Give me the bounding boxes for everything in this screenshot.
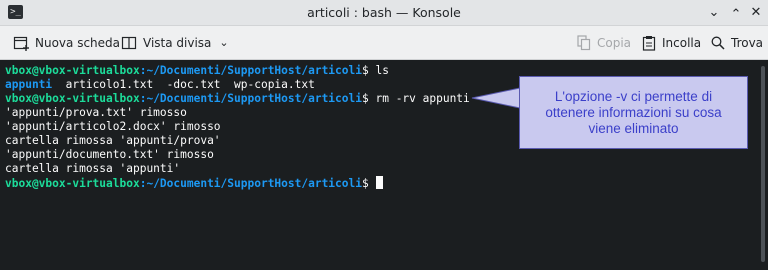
terminal-line: cartella rimossa 'appunti' [5,162,181,175]
terminal-line: 'appunti/documento.txt' rimosso [5,148,214,161]
callout-line: viene eliminato [588,120,679,136]
chevron-down-icon: ⌄ [219,36,229,49]
terminal-line: 'appunti/prova.txt' rimosso [5,106,187,119]
callout-line: L'opzione -v ci permette di [554,88,713,104]
terminal-line: vbox@vbox-virtualbox:~/Documenti/Support… [5,64,389,77]
terminal-line: appunti articolo1.txt -doc.txt wp-copia.… [5,78,315,91]
chevron-up-icon[interactable]: ⌃ [728,7,744,23]
callout-line: ottenere informazioni su cosa [545,104,722,120]
split-view-button[interactable]: Vista divisa ⌄ [121,26,229,59]
paste-icon [642,35,656,51]
split-view-label: Vista divisa [143,35,212,50]
text-cursor [375,176,383,189]
toolbar: Nuova scheda Vista divisa ⌄ Copia Incoll… [0,26,768,60]
annotation-callout: L'opzione -v ci permette di ottenere inf… [519,76,748,149]
copy-label: Copia [597,35,632,50]
close-icon[interactable]: ✕ [748,5,764,21]
new-tab-label: Nuova scheda [35,35,121,50]
title-bar: >_ articoli : bash — Konsole ⌄ ⌃ ✕ [0,0,768,26]
directory-entry: appunti [5,78,53,91]
find-label: Trova [731,35,764,50]
search-icon [711,36,725,50]
terminal-line: cartella rimossa 'appunti/prova' [5,134,221,147]
terminal-line: vbox@vbox-virtualbox:~/Documenti/Support… [5,176,383,190]
split-view-icon [121,36,137,49]
copy-button[interactable]: Copia [577,26,631,59]
paste-button[interactable]: Incolla [642,26,701,59]
find-button[interactable]: Trova [711,26,763,59]
new-tab-icon [13,36,29,51]
scrollbar[interactable] [761,66,765,262]
paste-label: Incolla [662,35,702,50]
chevron-down-icon[interactable]: ⌄ [706,5,722,21]
terminal-line: vbox@vbox-virtualbox:~/Documenti/Support… [5,92,470,105]
callout-arrow [471,87,521,109]
terminal-line: 'appunti/articolo2.docx' rimosso [5,120,221,133]
window-title: articoli : bash — Konsole [307,5,461,20]
new-tab-button[interactable]: Nuova scheda [13,26,120,59]
copy-icon [577,34,591,50]
